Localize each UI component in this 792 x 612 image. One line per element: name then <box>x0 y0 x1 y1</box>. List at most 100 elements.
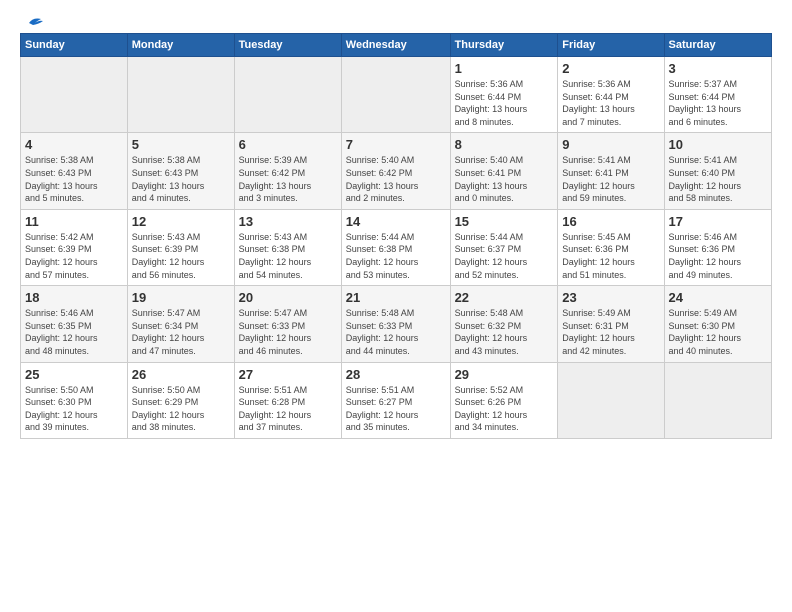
day-number: 26 <box>132 367 230 382</box>
day-number: 8 <box>455 137 554 152</box>
day-info: Sunrise: 5:36 AM Sunset: 6:44 PM Dayligh… <box>562 78 659 128</box>
day-info: Sunrise: 5:43 AM Sunset: 6:38 PM Dayligh… <box>239 231 337 281</box>
calendar-cell: 5Sunrise: 5:38 AM Sunset: 6:43 PM Daylig… <box>127 133 234 209</box>
day-number: 25 <box>25 367 123 382</box>
day-number: 3 <box>669 61 767 76</box>
calendar-cell: 11 Sunrise: 5:42 AM Sunset: 6:39 PM Dayli… <box>21 209 128 285</box>
calendar-cell: 24 Sunrise: 5:49 AM Sunset: 6:30 PM Dayli… <box>664 286 771 362</box>
day-info: Sunrise: 5:46 AM Sunset: 6:36 PM Dayligh… <box>669 231 767 281</box>
day-info: Sunrise: 5:37 AM Sunset: 6:44 PM Dayligh… <box>669 78 767 128</box>
calendar-cell: 20 Sunrise: 5:47 AM Sunset: 6:33 PM Dayli… <box>234 286 341 362</box>
calendar-cell: 2 Sunrise: 5:36 AM Sunset: 6:44 PM Daylig… <box>558 57 664 133</box>
day-info: Sunrise: 5:41 AM Sunset: 6:41 PM Dayligh… <box>562 154 659 204</box>
day-number: 16 <box>562 214 659 229</box>
calendar-week-row: 25Sunrise: 5:50 AM Sunset: 6:30 PM Dayli… <box>21 362 772 438</box>
calendar-cell <box>341 57 450 133</box>
calendar-cell: 7 Sunrise: 5:40 AM Sunset: 6:42 PM Daylig… <box>341 133 450 209</box>
day-info: Sunrise: 5:42 AM Sunset: 6:39 PM Dayligh… <box>25 231 123 281</box>
calendar-cell: 21Sunrise: 5:48 AM Sunset: 6:33 PM Dayli… <box>341 286 450 362</box>
day-info: Sunrise: 5:36 AM Sunset: 6:44 PM Dayligh… <box>455 78 554 128</box>
calendar-cell: 22Sunrise: 5:48 AM Sunset: 6:32 PM Dayli… <box>450 286 558 362</box>
calendar-header-wednesday: Wednesday <box>341 34 450 57</box>
calendar-cell: 10 Sunrise: 5:41 AM Sunset: 6:40 PM Dayli… <box>664 133 771 209</box>
day-info: Sunrise: 5:51 AM Sunset: 6:27 PM Dayligh… <box>346 384 446 434</box>
calendar-cell: 17 Sunrise: 5:46 AM Sunset: 6:36 PM Dayli… <box>664 209 771 285</box>
calendar-cell: 9 Sunrise: 5:41 AM Sunset: 6:41 PM Daylig… <box>558 133 664 209</box>
calendar-cell: 27 Sunrise: 5:51 AM Sunset: 6:28 PM Dayli… <box>234 362 341 438</box>
day-info: Sunrise: 5:39 AM Sunset: 6:42 PM Dayligh… <box>239 154 337 204</box>
day-number: 5 <box>132 137 230 152</box>
calendar-cell: 19 Sunrise: 5:47 AM Sunset: 6:34 PM Dayli… <box>127 286 234 362</box>
day-number: 19 <box>132 290 230 305</box>
calendar-cell: 4 Sunrise: 5:38 AM Sunset: 6:43 PM Daylig… <box>21 133 128 209</box>
day-number: 1 <box>455 61 554 76</box>
calendar-cell: 6 Sunrise: 5:39 AM Sunset: 6:42 PM Daylig… <box>234 133 341 209</box>
day-number: 29 <box>455 367 554 382</box>
day-info: Sunrise: 5:43 AM Sunset: 6:39 PM Dayligh… <box>132 231 230 281</box>
day-number: 23 <box>562 290 659 305</box>
calendar-header-row: SundayMondayTuesdayWednesdayThursdayFrid… <box>21 34 772 57</box>
calendar-cell: 28 Sunrise: 5:51 AM Sunset: 6:27 PM Dayli… <box>341 362 450 438</box>
day-info: Sunrise: 5:38 AM Sunset: 6:43 PM Dayligh… <box>25 154 123 204</box>
day-number: 13 <box>239 214 337 229</box>
day-number: 20 <box>239 290 337 305</box>
day-number: 17 <box>669 214 767 229</box>
header <box>20 15 772 27</box>
calendar-cell: 23Sunrise: 5:49 AM Sunset: 6:31 PM Dayli… <box>558 286 664 362</box>
calendar-cell: 12 Sunrise: 5:43 AM Sunset: 6:39 PM Dayli… <box>127 209 234 285</box>
day-info: Sunrise: 5:40 AM Sunset: 6:41 PM Dayligh… <box>455 154 554 204</box>
day-info: Sunrise: 5:50 AM Sunset: 6:29 PM Dayligh… <box>132 384 230 434</box>
day-info: Sunrise: 5:49 AM Sunset: 6:30 PM Dayligh… <box>669 307 767 357</box>
day-number: 28 <box>346 367 446 382</box>
calendar-cell: 3 Sunrise: 5:37 AM Sunset: 6:44 PM Daylig… <box>664 57 771 133</box>
calendar-week-row: 1 Sunrise: 5:36 AM Sunset: 6:44 PM Daylig… <box>21 57 772 133</box>
day-info: Sunrise: 5:44 AM Sunset: 6:38 PM Dayligh… <box>346 231 446 281</box>
day-number: 11 <box>25 214 123 229</box>
day-info: Sunrise: 5:40 AM Sunset: 6:42 PM Dayligh… <box>346 154 446 204</box>
day-number: 9 <box>562 137 659 152</box>
logo <box>20 15 44 27</box>
calendar-cell: 29 Sunrise: 5:52 AM Sunset: 6:26 PM Dayli… <box>450 362 558 438</box>
day-info: Sunrise: 5:44 AM Sunset: 6:37 PM Dayligh… <box>455 231 554 281</box>
calendar-week-row: 11 Sunrise: 5:42 AM Sunset: 6:39 PM Dayli… <box>21 209 772 285</box>
day-number: 12 <box>132 214 230 229</box>
day-number: 24 <box>669 290 767 305</box>
calendar-cell <box>234 57 341 133</box>
logo-bird-icon <box>21 15 43 31</box>
day-number: 27 <box>239 367 337 382</box>
day-number: 15 <box>455 214 554 229</box>
day-number: 4 <box>25 137 123 152</box>
calendar-cell: 25Sunrise: 5:50 AM Sunset: 6:30 PM Dayli… <box>21 362 128 438</box>
day-info: Sunrise: 5:46 AM Sunset: 6:35 PM Dayligh… <box>25 307 123 357</box>
day-info: Sunrise: 5:48 AM Sunset: 6:32 PM Dayligh… <box>455 307 554 357</box>
day-info: Sunrise: 5:52 AM Sunset: 6:26 PM Dayligh… <box>455 384 554 434</box>
calendar-cell: 1 Sunrise: 5:36 AM Sunset: 6:44 PM Daylig… <box>450 57 558 133</box>
day-number: 7 <box>346 137 446 152</box>
day-info: Sunrise: 5:45 AM Sunset: 6:36 PM Dayligh… <box>562 231 659 281</box>
calendar-table: SundayMondayTuesdayWednesdayThursdayFrid… <box>20 33 772 439</box>
calendar-header-friday: Friday <box>558 34 664 57</box>
calendar-week-row: 4 Sunrise: 5:38 AM Sunset: 6:43 PM Daylig… <box>21 133 772 209</box>
day-number: 10 <box>669 137 767 152</box>
day-info: Sunrise: 5:48 AM Sunset: 6:33 PM Dayligh… <box>346 307 446 357</box>
day-info: Sunrise: 5:51 AM Sunset: 6:28 PM Dayligh… <box>239 384 337 434</box>
calendar-cell: 13 Sunrise: 5:43 AM Sunset: 6:38 PM Dayli… <box>234 209 341 285</box>
day-info: Sunrise: 5:47 AM Sunset: 6:33 PM Dayligh… <box>239 307 337 357</box>
day-number: 18 <box>25 290 123 305</box>
page: SundayMondayTuesdayWednesdayThursdayFrid… <box>0 0 792 612</box>
calendar-cell <box>21 57 128 133</box>
calendar-cell: 8 Sunrise: 5:40 AM Sunset: 6:41 PM Daylig… <box>450 133 558 209</box>
calendar-header-tuesday: Tuesday <box>234 34 341 57</box>
day-number: 6 <box>239 137 337 152</box>
calendar-header-saturday: Saturday <box>664 34 771 57</box>
calendar-header-thursday: Thursday <box>450 34 558 57</box>
calendar-week-row: 18 Sunrise: 5:46 AM Sunset: 6:35 PM Dayli… <box>21 286 772 362</box>
day-number: 2 <box>562 61 659 76</box>
day-number: 14 <box>346 214 446 229</box>
calendar-cell: 16 Sunrise: 5:45 AM Sunset: 6:36 PM Dayli… <box>558 209 664 285</box>
day-info: Sunrise: 5:41 AM Sunset: 6:40 PM Dayligh… <box>669 154 767 204</box>
day-info: Sunrise: 5:47 AM Sunset: 6:34 PM Dayligh… <box>132 307 230 357</box>
calendar-header-sunday: Sunday <box>21 34 128 57</box>
calendar-cell: 26 Sunrise: 5:50 AM Sunset: 6:29 PM Dayli… <box>127 362 234 438</box>
calendar-header-monday: Monday <box>127 34 234 57</box>
